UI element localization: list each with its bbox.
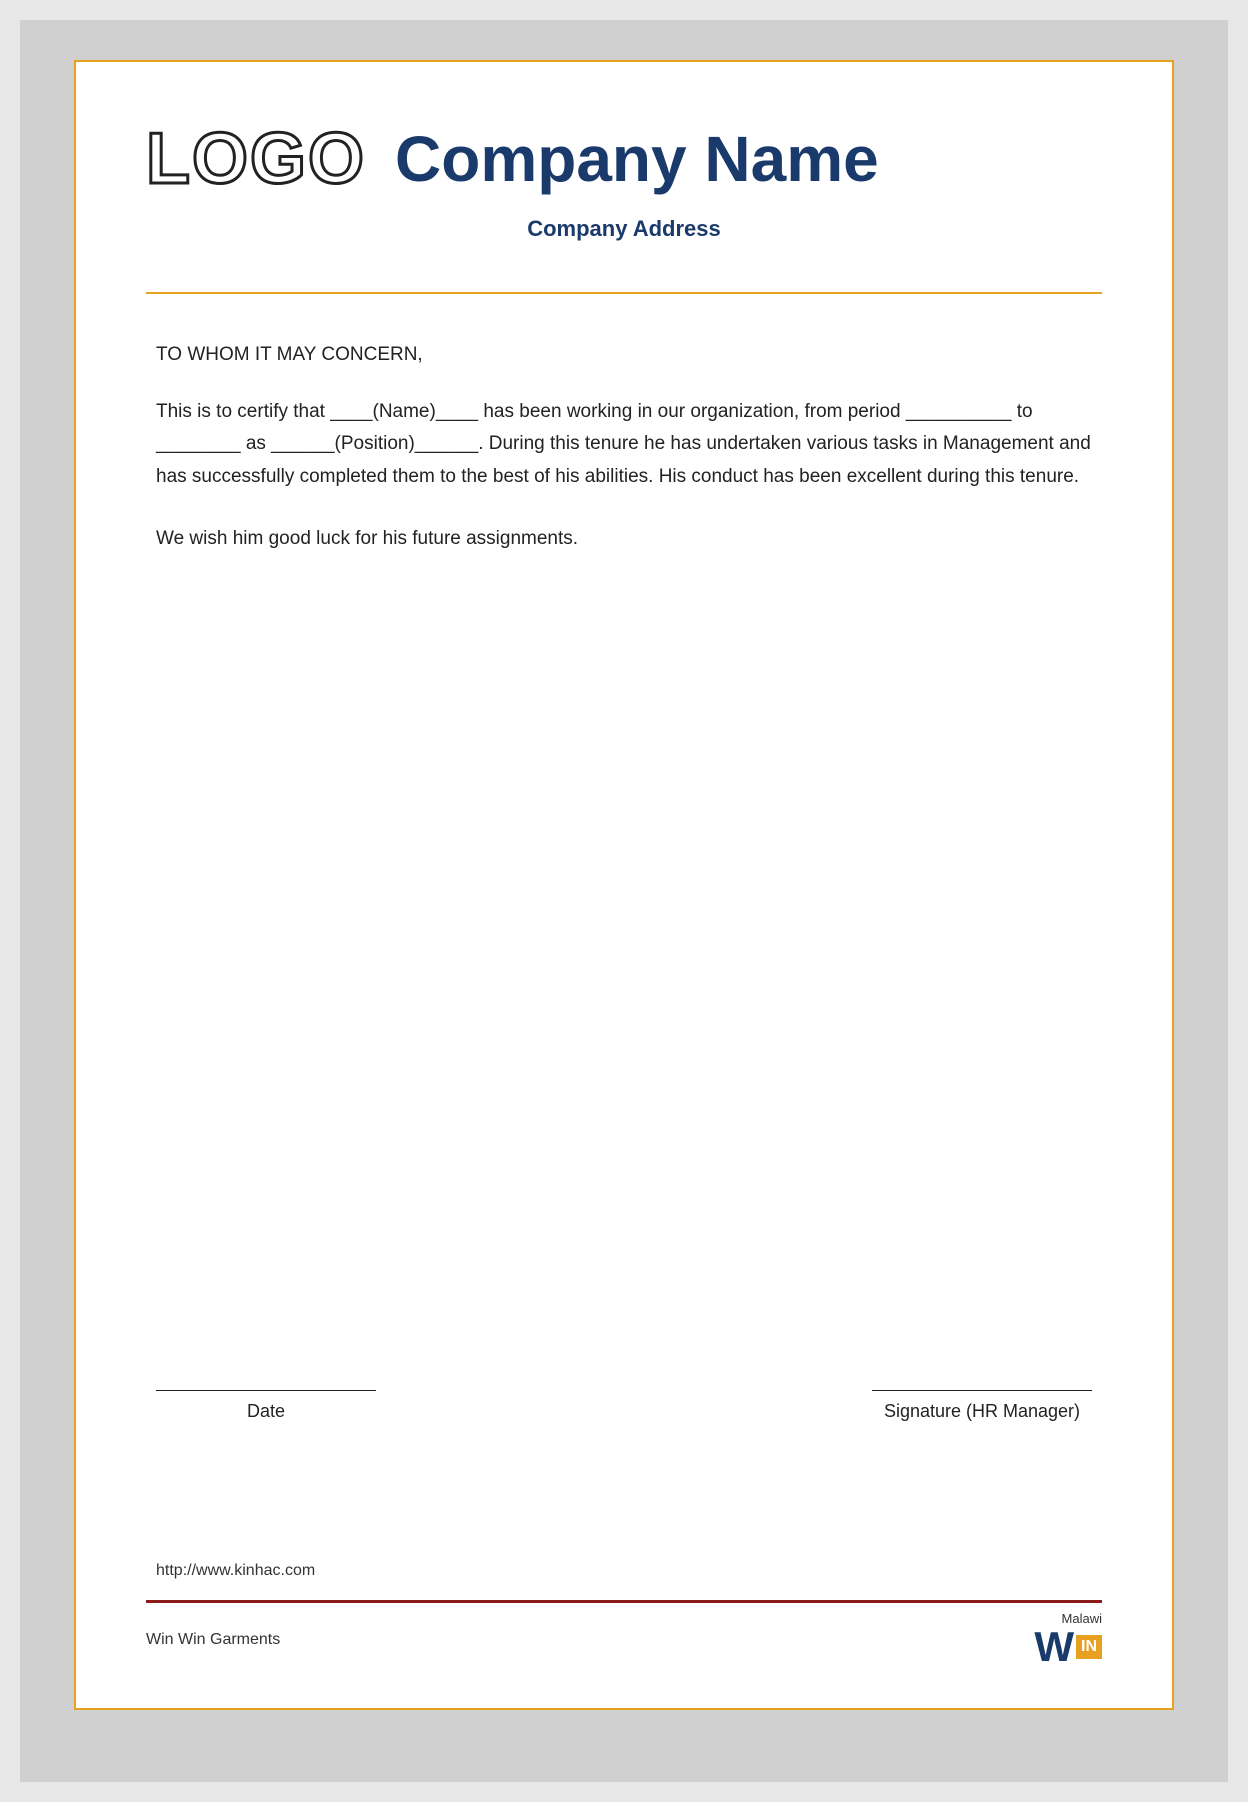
date-line [156,1390,376,1391]
win-in-block: IN [1076,1635,1102,1658]
website-text: http://www.kinhac.com [146,1562,1102,1580]
wish-paragraph: We wish him good luck for his future ass… [156,523,1092,555]
header-divider [146,292,1102,294]
sig-label: Signature (HR Manager) [872,1401,1092,1422]
footer: Win Win Garments Malawi W IN [146,1580,1102,1668]
letter-content: TO WHOM IT MAY CONCERN, This is to certi… [146,344,1102,1270]
body-paragraph: This is to certify that ____(Name)____ h… [156,396,1092,493]
footer-company-name: Win Win Garments [146,1631,280,1649]
win-win-logo: W IN [1034,1626,1102,1668]
win-w-letter: W [1034,1626,1074,1668]
footer-content: Win Win Garments Malawi W IN [146,1611,1102,1668]
date-block: Date [156,1390,376,1422]
signature-section: Date Signature (HR Manager) [146,1390,1102,1422]
company-address-section: Company Address [146,216,1102,242]
company-name-heading: Company Name [395,122,879,196]
header: LOGO Company Name [146,122,1102,196]
salutation: TO WHOM IT MAY CONCERN, [156,344,1092,366]
logo-combined: LOGO [146,123,380,195]
footer-divider [146,1600,1102,1603]
sig-line [872,1390,1092,1391]
signature-block: Signature (HR Manager) [872,1390,1092,1422]
date-label: Date [156,1401,376,1422]
company-address-text: Company Address [527,216,721,241]
footer-logo-block: Malawi W IN [1034,1611,1102,1668]
logo-icon: LOGO [146,123,366,195]
document: LOGO Company Name Company Address TO WHO… [74,60,1174,1710]
page-wrapper: LOGO Company Name Company Address TO WHO… [20,20,1228,1782]
